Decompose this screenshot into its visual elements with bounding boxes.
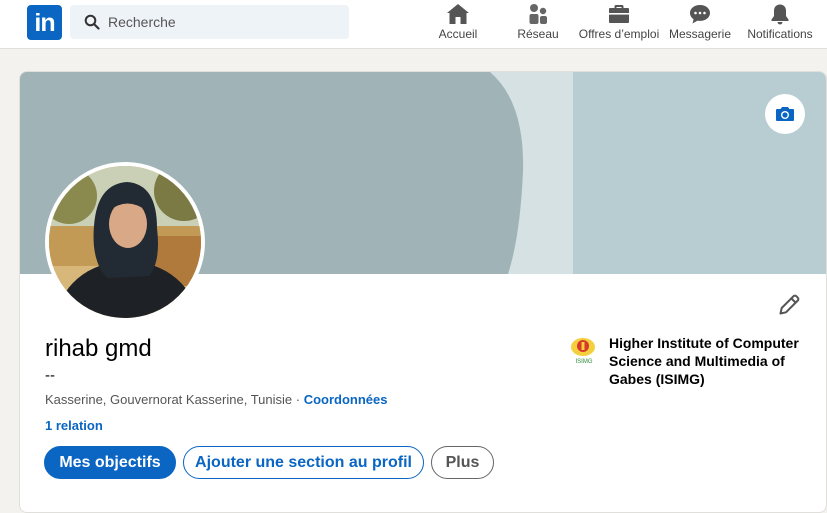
- nav-jobs-label: Offres d’emploi: [578, 27, 660, 41]
- more-button[interactable]: Plus: [431, 446, 494, 479]
- search-box[interactable]: [70, 5, 349, 39]
- nav-network-label: Réseau: [517, 27, 559, 41]
- school-name: Higher Institute of Computer Science and…: [609, 335, 799, 387]
- profile-photo[interactable]: [45, 162, 205, 322]
- messaging-icon: [690, 5, 710, 24]
- nav-notifications-label: Notifications: [747, 27, 813, 41]
- nav-network[interactable]: Réseau: [514, 2, 562, 46]
- profile-name: rihab gmd: [45, 335, 152, 362]
- top-navigation: in Accueil Réseau Offres d’emploi: [0, 0, 827, 49]
- nav-messaging-label: Messagerie: [668, 27, 732, 41]
- camera-icon: [776, 107, 794, 121]
- nav-home-label: Accueil: [438, 27, 478, 41]
- profile-location: Kasserine, Gouvernorat Kasserine, Tunisi…: [45, 392, 293, 407]
- edit-profile-pencil-icon[interactable]: [777, 293, 801, 317]
- nav-messaging[interactable]: Messagerie: [668, 2, 732, 46]
- nav-home[interactable]: Accueil: [433, 2, 483, 46]
- nav-notifications[interactable]: Notifications: [741, 2, 819, 46]
- connections-link[interactable]: 1 relation: [45, 418, 103, 433]
- profile-headline: --: [45, 367, 55, 384]
- goals-button[interactable]: Mes objectifs: [44, 446, 176, 479]
- home-icon: [447, 4, 469, 24]
- network-icon: [529, 4, 547, 24]
- separator-dot: ·: [292, 392, 304, 407]
- profile-photo-image: [49, 166, 201, 318]
- education-link[interactable]: ISIMG Higher Institute of Computer Scien…: [568, 334, 808, 394]
- bell-icon: [771, 4, 789, 25]
- profile-card: rihab gmd -- Kasserine, Gouvernorat Kass…: [19, 71, 827, 513]
- linkedin-logo[interactable]: in: [27, 5, 62, 40]
- search-icon: [84, 14, 100, 30]
- add-profile-section-button[interactable]: Ajouter une section au profil: [183, 446, 424, 479]
- svg-text:ISIMG: ISIMG: [575, 359, 592, 365]
- school-logo: ISIMG: [568, 334, 600, 366]
- edit-cover-button[interactable]: [765, 94, 805, 134]
- profile-location-line: Kasserine, Gouvernorat Kasserine, Tunisi…: [45, 392, 388, 407]
- contact-info-link[interactable]: Coordonnées: [304, 392, 388, 407]
- briefcase-icon: [609, 5, 629, 23]
- nav-jobs[interactable]: Offres d’emploi: [574, 2, 664, 46]
- search-input[interactable]: [108, 5, 338, 39]
